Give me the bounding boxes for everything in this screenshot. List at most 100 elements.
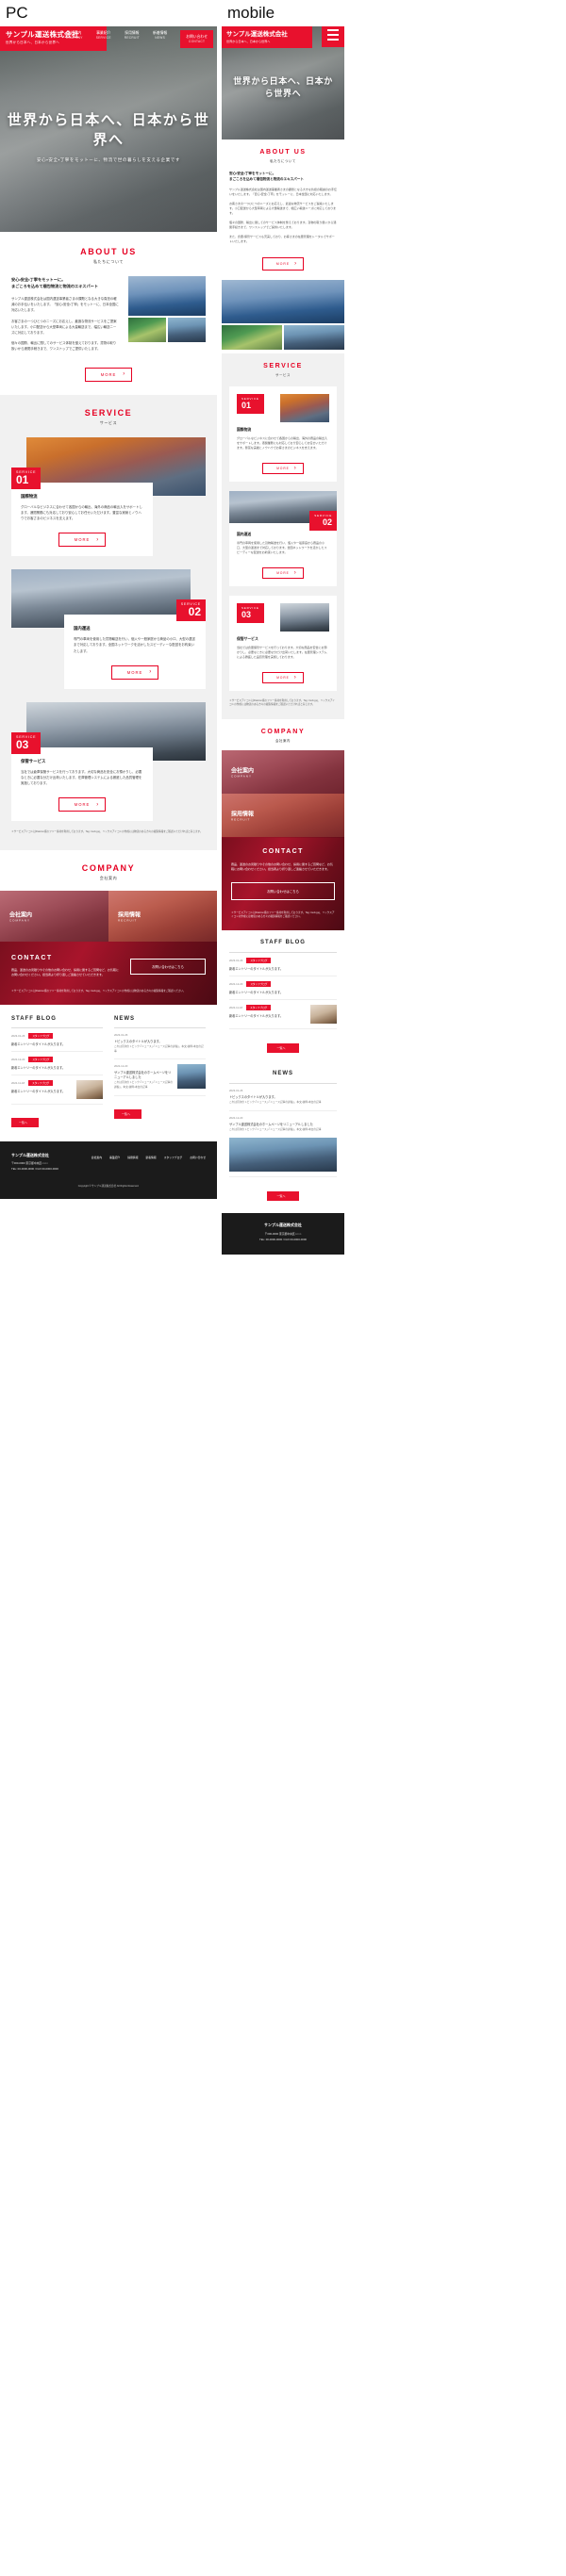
hamburger-menu-icon[interactable] (322, 26, 344, 47)
contact-credit: ＊サービスアイコンはFlaticon様のフリー素材を利用しております。Tag: … (11, 989, 186, 993)
blog-post-category: スタッフブログ (28, 1080, 54, 1087)
blog-post-category: スタッフブログ (28, 1057, 54, 1063)
mobile-column-label: mobile (227, 4, 275, 22)
main-nav: 会社案内 COMPANY 事業紹介 SERVICE 採用情報 RECRUIT 新… (66, 30, 213, 48)
mb-service-title-03: 保管サービス (237, 637, 258, 641)
mb-site-logo[interactable]: サンプル運送株式会社 世界から日本へ、日本から世界へ (222, 26, 312, 48)
nav-item-news[interactable]: 新着情報 NEWS (153, 30, 167, 41)
service-badge-number: 01 (16, 472, 29, 486)
nav-item-company[interactable]: 会社案内 COMPANY (66, 30, 83, 41)
blog-post-category: スタッフブログ (28, 1033, 54, 1040)
mb-blog-post-row[interactable]: 2022-11-18 スタッフブログ 新着エントリーのタイトルが入ります。 (229, 1000, 337, 1030)
nav-contact-button[interactable]: お問い合わせ CONTACT (180, 30, 213, 48)
mb-blog-post-row[interactable]: 2023-01-26 スタッフブログ 新着エントリーのタイトルが入ります。 (229, 953, 337, 977)
blog-post-row[interactable]: 2022-11-18 スタッフブログ 新着エントリーのタイトルが入ります。 (11, 1075, 103, 1106)
news-post-row[interactable]: 2022-12-20 サンプル運送株式会社のホームページをリニューアルしました … (114, 1059, 206, 1096)
mb-about-body-2: お客さまの一つひとつのニーズにお応えし、最適な物流サービスをご提案いたします。小… (229, 202, 337, 215)
news-heading: NEWS (114, 1016, 135, 1023)
service-title-03: 保管サービス (21, 758, 46, 763)
footer-link-news[interactable]: 新着情報 (145, 1156, 156, 1159)
mb-blog-post-thumb (310, 1005, 337, 1025)
service-more-button-02[interactable]: MORE (110, 665, 159, 680)
mb-company-card-title: 採用情報 (231, 812, 255, 818)
company-heading-jp: 会社案内 (99, 876, 118, 881)
about-more-button[interactable]: MORE (84, 367, 133, 382)
mb-company-card-title: 会社案内 (231, 768, 255, 775)
mb-blog-post-date: 2023-01-26 (229, 959, 243, 963)
about-photo-truck (128, 276, 206, 316)
company-card-title: 採用情報 (118, 912, 142, 919)
mb-service-item-01: SERVICE 01 国際物流 グローバルなビジネスに合わせて各国からの輸出、海… (229, 386, 337, 482)
mb-news-post-date: 2022-12-20 (229, 1116, 243, 1121)
mb-about-photo-port (284, 325, 344, 350)
blog-news-section: STAFF BLOG 2023-01-26 スタッフブログ 新着エントリーのタイ… (0, 1005, 217, 1141)
blog-post-row[interactable]: 2023-01-26 スタッフブログ 新着エントリーのタイトルが入ります。 (11, 1028, 103, 1053)
company-card-about[interactable]: 会社案内 COMPANY (0, 891, 108, 943)
mb-about-section: ABOUT US 私たちについて 安心・安全・丁寧をモットーに。 まごころを込め… (222, 139, 344, 280)
mb-company-card-about[interactable]: 会社案内 COMPANY (222, 749, 344, 794)
pc-preview: サンプル運送株式会社 世界から日本へ、日本から世界へ 会社案内 COMPANY … (0, 26, 217, 1200)
mb-about-heading-en: ABOUT US (259, 149, 307, 156)
mb-blog-post-category: スタッフブログ (246, 1005, 272, 1011)
mb-blog-more-button[interactable]: 一覧へ (267, 1043, 299, 1054)
footer-link-blog[interactable]: スタッフブログ (164, 1156, 183, 1159)
footer-link-contact[interactable]: お問い合わせ (190, 1156, 206, 1159)
service-heading-jp: サービス (99, 419, 118, 425)
service-more-button-03[interactable]: MORE (58, 797, 107, 812)
contact-body: 商品、運送のお見積りやその他のお問い合わせ、採用に関するご質問など、お気軽にお問… (11, 968, 119, 977)
mb-service-section: SERVICE サービス SERVICE 01 国際物流 グローバルなビジネスに… (222, 353, 344, 719)
footer-link-recruit[interactable]: 採用情報 (127, 1156, 138, 1159)
mb-company-heading-jp: 会社案内 (275, 738, 291, 743)
service-item-01: SERVICE 01 国際物流 グローバルなビジネスに合わせて各国からの輸出、海… (11, 436, 206, 557)
mb-service-more-button-01[interactable]: MORE (262, 463, 304, 474)
mb-service-more-button-03[interactable]: MORE (262, 672, 304, 683)
news-more-button[interactable]: 一覧へ (114, 1108, 142, 1119)
mb-service-item-03: SERVICE 03 保管サービス 当社では倉庫保管サービスを行っております。大… (229, 596, 337, 691)
mb-news-post-row[interactable]: 2022-12-20 サンプル運送株式会社のホームページをリニューアルしました … (229, 1111, 337, 1177)
mb-logo-company-name: サンプル運送株式会社 (226, 31, 288, 38)
blog-more-button[interactable]: 一覧へ (11, 1118, 40, 1128)
mb-company-card-en: COMPANY (231, 774, 252, 779)
nav-label-en: SERVICE (95, 36, 111, 40)
mb-contact-button[interactable]: お問い合わせはこちら (231, 881, 335, 900)
news-post-row[interactable]: 2023-01-26 トピックスのタイトルが入ります。 これは月次のトピック・「… (114, 1028, 206, 1060)
mb-company-section: COMPANY 会社案内 会社案内 COMPANY 採用情報 RECRUIT (222, 719, 344, 837)
service-more-button-01[interactable]: MORE (58, 533, 107, 548)
mb-service-more-button-02[interactable]: MORE (262, 567, 304, 579)
footer-link-service[interactable]: 事業紹介 (109, 1156, 120, 1159)
mb-blog-post-title: 新着エントリーのタイトルが入ります。 (229, 991, 284, 995)
company-card-en: COMPANY (9, 918, 30, 923)
news-post-title: サンプル運送株式会社のホームページをリニューアルしました (114, 1071, 172, 1080)
nav-item-recruit[interactable]: 採用情報 RECRUIT (125, 30, 140, 41)
hero-headline: 世界から日本へ、日本から世界へ (7, 112, 210, 148)
mb-company-card-recruit[interactable]: 採用情報 RECRUIT (222, 793, 344, 837)
mb-news-post-date: 2023-01-26 (229, 1089, 243, 1093)
nav-item-service[interactable]: 事業紹介 SERVICE (96, 30, 111, 41)
mb-hero-headline: 世界から日本へ、日本から世界へ (233, 76, 333, 98)
mb-news-more-button[interactable]: 一覧へ (267, 1190, 299, 1201)
mb-company-card-en: RECRUIT (231, 817, 251, 822)
mb-about-image-stack (222, 280, 344, 350)
mb-hero-section: サンプル運送株式会社 世界から日本へ、日本から世界へ 世界から日本へ、日本から世… (222, 26, 344, 139)
company-card-recruit[interactable]: 採用情報 RECRUIT (108, 891, 217, 943)
mb-news-post-title: トピックスのタイトルが入ります。 (229, 1095, 277, 1100)
mb-news-post-row[interactable]: 2023-01-26 トピックスのタイトルが入ります。 これは月次のトピック・「… (229, 1084, 337, 1112)
company-card-en: RECRUIT (118, 918, 138, 923)
footer-link-company[interactable]: 会社案内 (92, 1156, 102, 1159)
mb-about-body-1: サンプル運送株式会社は国内運送事業者さまの課題となる大きな負担の軽減のお手伝いを… (229, 188, 337, 196)
blog-post-row[interactable]: 2022-12-20 スタッフブログ 新着エントリーのタイトルが入ります。 (11, 1052, 103, 1076)
about-body-3: 個々の国際、輸出に関してのサービス体制を整えております。貨物の取り扱いから通関手… (11, 341, 117, 352)
mb-service-body-03: 当社では倉庫保管サービスを行っております。大切な商品を安全にお預かりし、必要なと… (237, 646, 327, 659)
blog-post-date: 2023-01-26 (11, 1034, 25, 1039)
hero-subcopy: 安心・安全・丁寧をモットーに、物流で世の暮らしを支える企業です (37, 157, 180, 162)
mb-footer-company-name: サンプル運送株式会社 (264, 1222, 302, 1227)
mb-about-more-button[interactable]: MORE (261, 257, 305, 271)
mb-news-post-body: これは月次のトピック・「ニュース」・「ニュース記事の詳細」。本文・抜粋・本文の記… (229, 1128, 322, 1132)
mb-blog-post-row[interactable]: 2022-12-20 スタッフブログ 新着エントリーのタイトルが入ります。 (229, 976, 337, 1001)
contact-button[interactable]: お問い合わせはこちら (130, 958, 206, 975)
mb-blog-post-title: 新着エントリーのタイトルが入ります。 (229, 967, 284, 972)
news-post-body: これは月次のトピック・「ニュース」・「ニュース記事の詳細」。本文・抜粋・本文の記… (114, 1045, 204, 1053)
service-body-02: 専門の車両を使用した貨物輸送を行い、個人や一般家庭から商品の小口、大型の運送まで… (74, 637, 195, 653)
mb-logo-tagline: 世界から日本へ、日本から世界へ (226, 40, 271, 43)
news-post-body: これは月次のトピック・「ニュース」・「ニュース記事の詳細」。本文・抜粋・本文の記… (114, 1081, 174, 1090)
